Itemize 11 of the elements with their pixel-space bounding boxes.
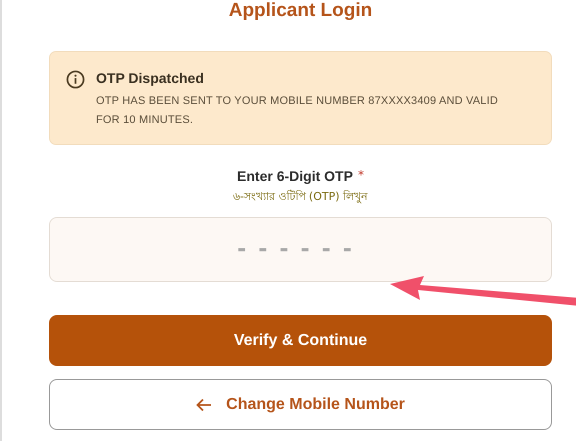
alert-title: OTP Dispatched	[96, 70, 205, 86]
required-mark: *	[358, 168, 364, 184]
field-sublabel: ৬-সংখ্যার ওটিপি (OTP) লিখুন	[232, 188, 368, 206]
info-icon	[66, 70, 85, 89]
page-title: Applicant Login	[228, 0, 372, 22]
otp-input-field[interactable]: ------	[49, 217, 552, 282]
back-arrow-icon	[196, 398, 212, 412]
field-label: Enter 6-Digit OTP	[237, 168, 353, 184]
alert-message: OTP HAS BEEN SENT TO YOUR MOBILE NUMBER 87XXXX3409 AND VALID FOR 10 MINUTES.	[96, 94, 500, 128]
verify-button[interactable]: Verify & Continue	[49, 315, 552, 366]
change-number-button[interactable]: Change Mobile Number	[49, 379, 552, 430]
